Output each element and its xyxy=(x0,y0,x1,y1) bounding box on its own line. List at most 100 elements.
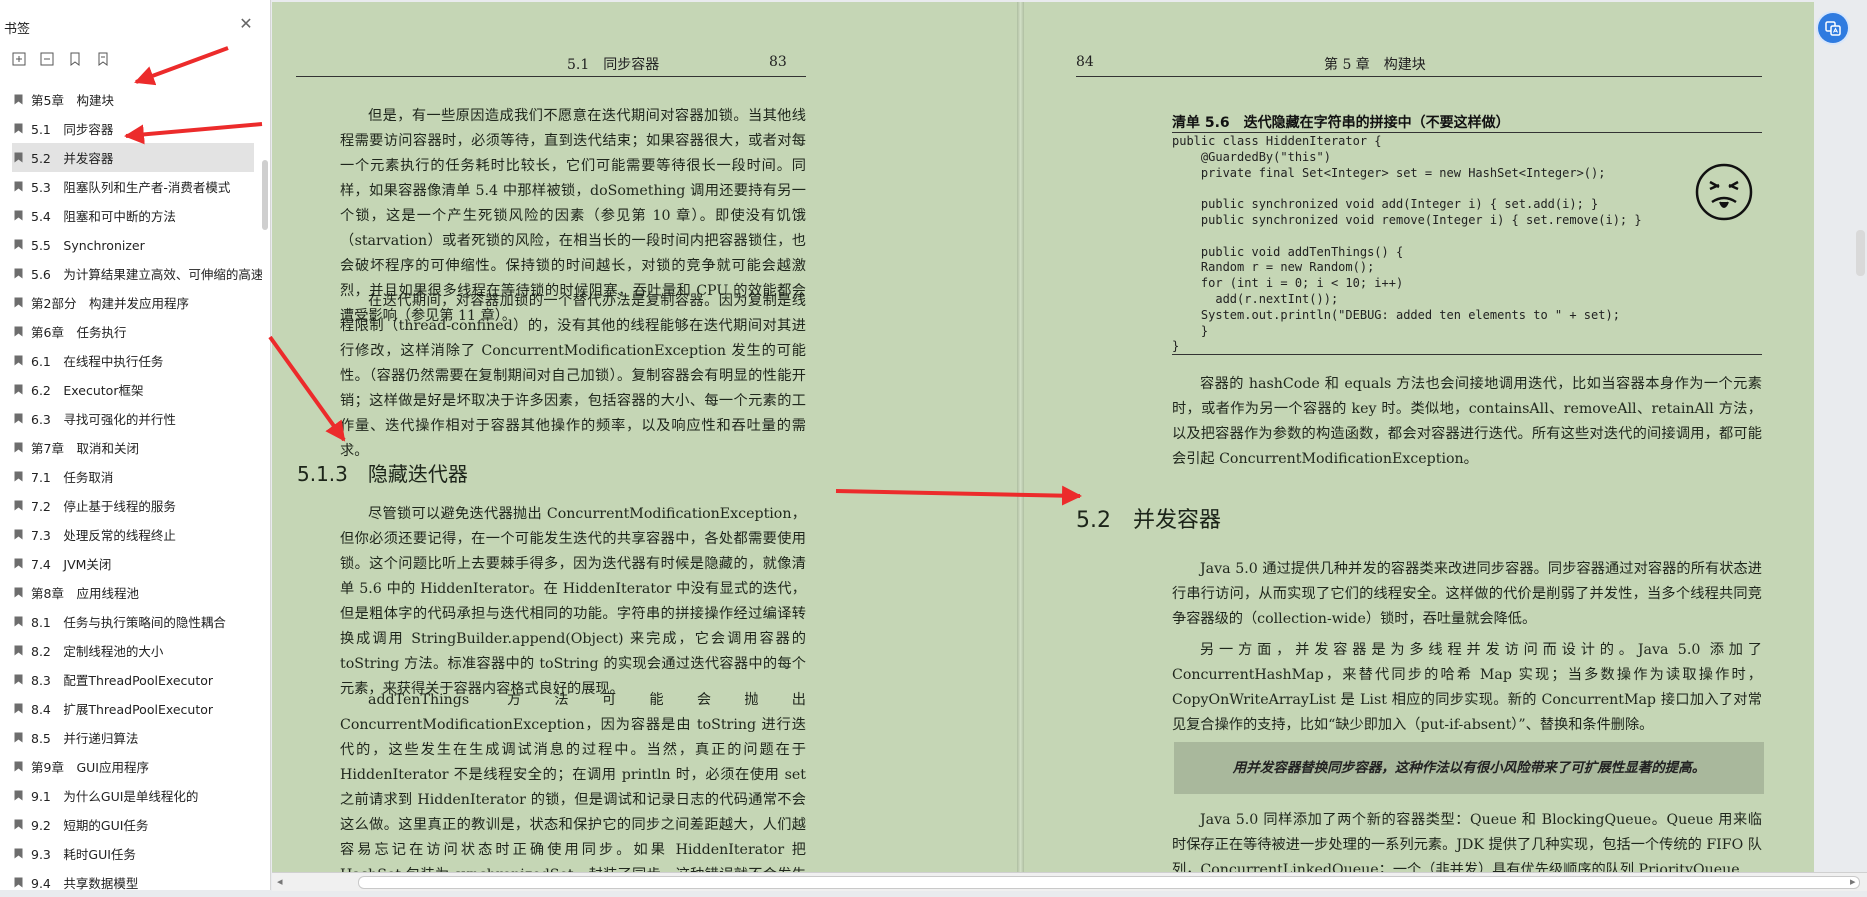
vertical-scrollbar-thumb[interactable] xyxy=(1856,230,1865,276)
bookmark-label: 第9章 GUI应用程序 xyxy=(31,760,149,775)
bookmark-icon xyxy=(14,529,23,540)
bookmark-label: 第6章 任务执行 xyxy=(31,325,127,340)
bookmark-item[interactable]: 9.2 短期的GUI任务 xyxy=(0,810,262,839)
page-83: 5.1 同步容器 83 但是，有一些原因造成我们不愿意在迭代期间对容器加锁。当其… xyxy=(272,2,1017,872)
bookmark-item[interactable]: 7.3 处理反常的线程终止 xyxy=(0,520,262,549)
bookmark-item[interactable]: 7.4 JVM关闭 xyxy=(0,549,262,578)
bookmark-icon xyxy=(14,123,23,134)
header-rule xyxy=(1076,76,1762,77)
bookmark-item[interactable]: 第9章 GUI应用程序 xyxy=(0,752,262,781)
bookmark-icon xyxy=(14,761,23,772)
horizontal-scrollbar[interactable]: ◂ ▸ xyxy=(272,872,1867,891)
bookmark-label: 9.2 短期的GUI任务 xyxy=(31,818,149,833)
paragraph: addTenThings 方法可能会抛出 ConcurrentModificat… xyxy=(340,692,806,872)
bookmark-icon xyxy=(14,268,23,279)
bookmark-item[interactable]: 5.4 阻塞和可中断的方法 xyxy=(0,201,262,230)
bookmark-item[interactable]: 6.1 在线程中执行任务 xyxy=(0,346,262,375)
bookmark-item[interactable]: 8.4 扩展ThreadPoolExecutor xyxy=(0,694,262,723)
bookmark-item[interactable]: 第7章 取消和关闭 xyxy=(0,433,262,462)
bookmark-icon xyxy=(14,94,23,105)
bookmark-icon xyxy=(14,558,23,569)
bookmark-list: 第5章 构建块 5.1 同步容器 5.2 并发容器 5.3 阻塞队列和生产者-消费者模… xyxy=(0,85,262,897)
page-number: 84 xyxy=(1076,54,1094,70)
bookmark-label: 5.5 Synchronizer xyxy=(31,238,145,253)
bookmark-item[interactable]: 8.3 配置ThreadPoolExecutor xyxy=(0,665,262,694)
bookmark-label: 8.5 并行递归算法 xyxy=(31,731,139,746)
bookmark-icon xyxy=(14,297,23,308)
bookmark-item[interactable]: 9.4 共享数据模型 xyxy=(0,868,262,897)
bookmark-label: 5.6 为计算结果建立高效、可伸缩的高速 xyxy=(31,267,262,282)
bookmark-item[interactable]: 8.2 定制线程池的大小 xyxy=(0,636,262,665)
bookmark-label: 第8章 应用线程池 xyxy=(31,586,139,601)
section-heading: 5.2 并发容器 xyxy=(1076,508,1221,533)
translate-icon[interactable] xyxy=(1818,13,1848,43)
paragraph: 容器的 hashCode 和 equals 方法也会间接地调用迭代，比如当容器本… xyxy=(1172,376,1762,467)
bookmark-icon xyxy=(14,790,23,801)
bookmark-label: 7.3 处理反常的线程终止 xyxy=(31,528,176,543)
bookmark-icon xyxy=(14,355,23,366)
listing-rule-top xyxy=(1172,132,1762,133)
bookmark-item[interactable]: 5.6 为计算结果建立高效、可伸缩的高速 xyxy=(0,259,262,288)
paragraph: 尽管锁可以避免迭代器抛出 ConcurrentModificationExcep… xyxy=(340,506,806,697)
bookmark-item[interactable]: 8.1 任务与执行策略间的隐性耦合 xyxy=(0,607,262,636)
bookmark-item[interactable]: 8.5 并行递归算法 xyxy=(0,723,262,752)
bookmark-icon xyxy=(14,326,23,337)
bookmark-item[interactable]: 第8章 应用线程池 xyxy=(0,578,262,607)
bookmark-item[interactable]: 5.2 并发容器 xyxy=(12,143,254,172)
bookmark-label: 7.2 停止基于线程的服务 xyxy=(31,499,176,514)
running-head: 5.1 同步容器 xyxy=(567,57,660,73)
bookmark-item[interactable]: 5.5 Synchronizer xyxy=(0,230,262,259)
scrollbar-thumb[interactable] xyxy=(358,876,1860,889)
bookmark-icon xyxy=(14,413,23,424)
bookmark-label: 8.1 任务与执行策略间的隐性耦合 xyxy=(31,615,226,630)
bookmark-item[interactable]: 9.1 为什么GUI是单线程化的 xyxy=(0,781,262,810)
expand-all-icon[interactable] xyxy=(10,50,28,68)
bookmark-item[interactable]: 第2部分 构建并发应用程序 xyxy=(0,288,262,317)
collapse-all-icon[interactable] xyxy=(38,50,56,68)
bookmark-label: 9.1 为什么GUI是单线程化的 xyxy=(31,789,199,804)
bookmark-label: 5.1 同步容器 xyxy=(31,122,114,137)
add-bookmark-icon[interactable] xyxy=(66,50,84,68)
section-heading: 5.1.3 隐藏迭代器 xyxy=(297,462,468,486)
bookmark-label: 8.3 配置ThreadPoolExecutor xyxy=(31,673,214,688)
bookmark-icon xyxy=(14,703,23,714)
bookmark-outline-icon[interactable] xyxy=(94,50,112,68)
bookmark-item[interactable]: 第5章 构建块 xyxy=(0,85,262,114)
bookmark-icon xyxy=(14,645,23,656)
bookmark-icon xyxy=(14,616,23,627)
scroll-right-icon[interactable]: ▸ xyxy=(1850,875,1856,888)
bookmark-item[interactable]: 7.2 停止基于线程的服务 xyxy=(0,491,262,520)
running-head: 第 5 章 构建块 xyxy=(1324,57,1426,73)
scroll-left-icon[interactable]: ◂ xyxy=(277,875,283,888)
bookmark-item[interactable]: 9.3 耗时GUI任务 xyxy=(0,839,262,868)
bookmark-label: 5.4 阻塞和可中断的方法 xyxy=(31,209,176,224)
bookmark-label: 第5章 构建块 xyxy=(31,93,114,108)
bookmark-label: 7.1 任务取消 xyxy=(31,470,114,485)
bookmark-panel: 书签 ✕ 第5章 构建块 5.1 同步容器 5.2 并发容器 5.3 阻塞队列和生产者… xyxy=(0,0,271,891)
bookmark-item[interactable]: 5.1 同步容器 xyxy=(0,114,262,143)
listing-title: 清单 5.6 迭代隐藏在字符串的拼接中（不要这样做） xyxy=(1172,115,1510,131)
bookmark-icon xyxy=(14,471,23,482)
bookmark-icon xyxy=(14,384,23,395)
listing-rule-bottom xyxy=(1172,354,1762,355)
bookmark-label: 5.3 阻塞队列和生产者-消费者模式 xyxy=(31,180,231,195)
sidebar-scrollbar[interactable] xyxy=(262,160,268,230)
bookmark-label: 9.3 耗时GUI任务 xyxy=(31,847,136,862)
bookmark-item[interactable]: 6.2 Executor框架 xyxy=(0,375,262,404)
bookmark-label: 5.2 并发容器 xyxy=(31,151,114,166)
bookmark-item[interactable]: 第6章 任务执行 xyxy=(0,317,262,346)
bookmark-item[interactable]: 5.3 阻塞队列和生产者-消费者模式 xyxy=(0,172,262,201)
bookmark-label: 第2部分 构建并发应用程序 xyxy=(31,296,189,311)
bookmark-label: 7.4 JVM关闭 xyxy=(31,557,112,572)
page-84: 84 第 5 章 构建块 清单 5.6 迭代隐藏在字符串的拼接中（不要这样做） … xyxy=(1024,2,1814,872)
close-icon[interactable]: ✕ xyxy=(238,16,254,32)
bookmark-item[interactable]: 6.3 寻找可强化的并行性 xyxy=(0,404,262,433)
bookmark-icon xyxy=(14,819,23,830)
bookmark-item[interactable]: 7.1 任务取消 xyxy=(0,462,262,491)
bookmark-icon xyxy=(14,674,23,685)
bookmark-label: 6.2 Executor框架 xyxy=(31,383,144,398)
bookmark-label: 8.2 定制线程池的大小 xyxy=(31,644,164,659)
paragraph: Java 5.0 通过提供几种并发的容器类来改进同步容器。同步容器通过对容器的所… xyxy=(1172,561,1762,627)
bookmark-toolbar xyxy=(10,50,112,68)
document-viewer: 5.1 同步容器 83 但是，有一些原因造成我们不愿意在迭代期间对容器加锁。当其… xyxy=(272,0,1867,890)
